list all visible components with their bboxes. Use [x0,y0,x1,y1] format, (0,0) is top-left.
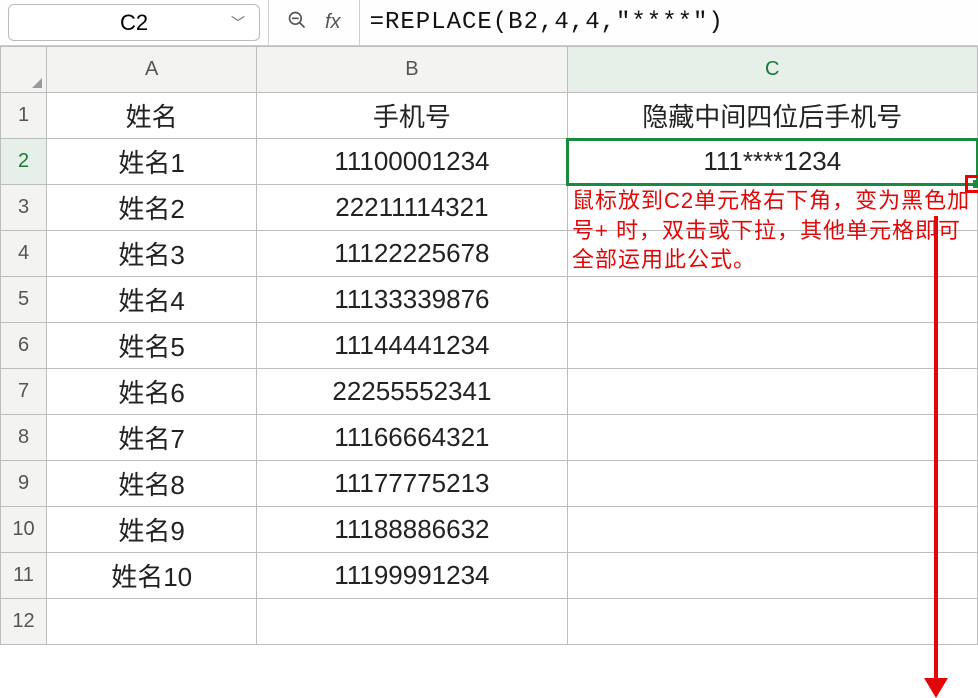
cell-C9[interactable] [567,461,977,507]
row-11: 11 姓名10 11199991234 [1,553,978,599]
cell-C5[interactable] [567,277,977,323]
cell-A3[interactable]: 姓名2 [47,185,257,231]
spreadsheet-grid: A B C 1 姓名 手机号 隐藏中间四位后手机号 2 姓名1 11100001… [0,46,978,645]
annotation-arrow-line [934,216,938,686]
fill-handle-highlight [965,175,978,193]
cell-C6[interactable] [567,323,977,369]
chevron-down-icon[interactable]: ﹀ [231,13,245,33]
cell-C2[interactable]: 111****1234 [567,139,977,185]
annotation-text: 鼠标放到C2单元格右下角，变为黑色加号+ 时，双击或下拉，其他单元格即可全部运用… [572,186,972,275]
select-all-corner[interactable] [1,47,47,93]
row-header-12[interactable]: 12 [1,599,47,645]
cell-B7[interactable]: 22255552341 [257,369,567,415]
cell-A6[interactable]: 姓名5 [47,323,257,369]
formula-text: =REPLACE(B2,4,4,"****") [370,9,724,36]
row-6: 6 姓名5 11144441234 [1,323,978,369]
cell-C12[interactable] [567,599,977,645]
row-header-4[interactable]: 4 [1,231,47,277]
zoom-out-icon[interactable] [287,10,307,35]
cell-A10[interactable]: 姓名9 [47,507,257,553]
cell-B2[interactable]: 11100001234 [257,139,567,185]
formula-bar: C2 ﹀ fx =REPLACE(B2,4,4,"****") [0,0,978,46]
cell-B5[interactable]: 11133339876 [257,277,567,323]
col-header-A[interactable]: A [47,47,257,93]
cell-B3[interactable]: 22211114321 [257,185,567,231]
cell-B8[interactable]: 11166664321 [257,415,567,461]
row-header-1[interactable]: 1 [1,93,47,139]
cell-A9[interactable]: 姓名8 [47,461,257,507]
cell-B12[interactable] [257,599,567,645]
row-9: 9 姓名8 11177775213 [1,461,978,507]
cell-C8[interactable] [567,415,977,461]
name-box[interactable]: C2 ﹀ [8,4,260,41]
cell-A5[interactable]: 姓名4 [47,277,257,323]
cell-B6[interactable]: 11144441234 [257,323,567,369]
cell-C1[interactable]: 隐藏中间四位后手机号 [567,93,977,139]
col-header-B[interactable]: B [257,47,567,93]
fx-icon[interactable]: fx [325,11,341,34]
annotation-arrow-head [924,678,948,698]
row-7: 7 姓名6 22255552341 [1,369,978,415]
row-5: 5 姓名4 11133339876 [1,277,978,323]
cell-A12[interactable] [47,599,257,645]
cell-B9[interactable]: 11177775213 [257,461,567,507]
cell-C11[interactable] [567,553,977,599]
cell-B10[interactable]: 11188886632 [257,507,567,553]
cell-B1[interactable]: 手机号 [257,93,567,139]
formula-input[interactable]: =REPLACE(B2,4,4,"****") [359,0,978,45]
cell-B11[interactable]: 11199991234 [257,553,567,599]
name-box-value: C2 [120,10,148,36]
cell-A8[interactable]: 姓名7 [47,415,257,461]
row-2: 2 姓名1 11100001234 111****1234 [1,139,978,185]
row-header-7[interactable]: 7 [1,369,47,415]
row-header-8[interactable]: 8 [1,415,47,461]
cell-C2-value: 111****1234 [703,146,841,176]
cell-A2[interactable]: 姓名1 [47,139,257,185]
cell-C10[interactable] [567,507,977,553]
cell-A11[interactable]: 姓名10 [47,553,257,599]
row-10: 10 姓名9 11188886632 [1,507,978,553]
fx-group: fx [268,0,359,45]
cell-B4[interactable]: 11122225678 [257,231,567,277]
grid-table: A B C 1 姓名 手机号 隐藏中间四位后手机号 2 姓名1 11100001… [0,46,978,645]
row-header-2[interactable]: 2 [1,139,47,185]
cell-A4[interactable]: 姓名3 [47,231,257,277]
row-header-10[interactable]: 10 [1,507,47,553]
row-header-5[interactable]: 5 [1,277,47,323]
cell-A1[interactable]: 姓名 [47,93,257,139]
row-12: 12 [1,599,978,645]
cell-C7[interactable] [567,369,977,415]
row-8: 8 姓名7 11166664321 [1,415,978,461]
cell-A7[interactable]: 姓名6 [47,369,257,415]
col-header-C[interactable]: C [567,47,977,93]
row-header-3[interactable]: 3 [1,185,47,231]
row-header-11[interactable]: 11 [1,553,47,599]
row-header-6[interactable]: 6 [1,323,47,369]
row-header-9[interactable]: 9 [1,461,47,507]
column-header-row: A B C [1,47,978,93]
row-1: 1 姓名 手机号 隐藏中间四位后手机号 [1,93,978,139]
